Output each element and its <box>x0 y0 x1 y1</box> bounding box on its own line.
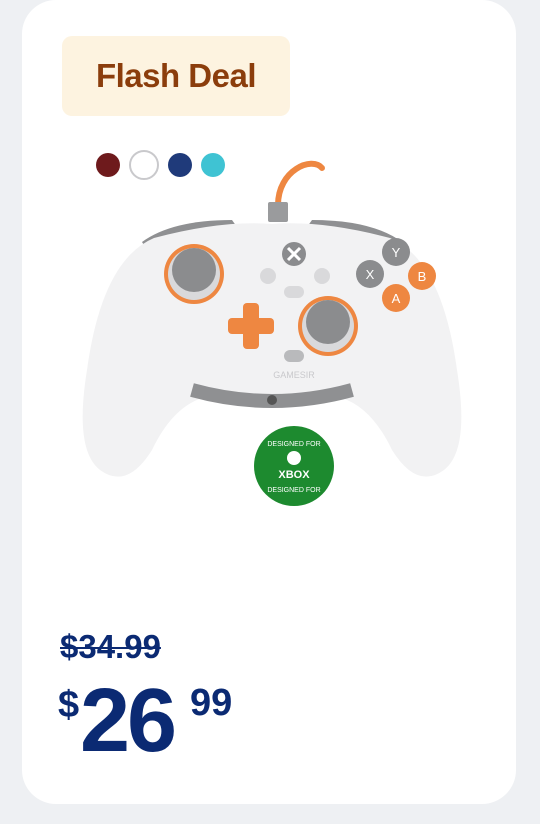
price-dollars: 26 <box>80 671 177 771</box>
button-x-label: X <box>366 267 375 282</box>
button-b-label: B <box>418 269 427 284</box>
color-swatch-navy[interactable] <box>168 153 192 177</box>
color-swatch-maroon[interactable] <box>96 153 120 177</box>
xbox-logo-badge: DESIGNED FOR XBOX DESIGNED FOR <box>254 426 334 506</box>
button-y-label: Y <box>392 245 401 260</box>
price-currency-symbol: $ <box>58 684 80 726</box>
price-cents: 99 <box>190 682 233 724</box>
svg-text:XBOX: XBOX <box>278 469 310 481</box>
product-card[interactable]: Flash Deal GAMESIR Y X B A DESIGNED FOR … <box>22 0 516 804</box>
color-swatch-white[interactable] <box>129 150 159 180</box>
brand-text: GAMESIR <box>273 370 315 380</box>
color-swatch-teal[interactable] <box>201 153 225 177</box>
flash-deal-label: Flash Deal <box>95 57 257 94</box>
color-swatches <box>96 150 225 180</box>
flash-deal-badge: Flash Deal <box>62 36 290 116</box>
button-a-label: A <box>392 291 401 306</box>
svg-text:DESIGNED FOR: DESIGNED FOR <box>267 441 320 448</box>
svg-text:DESIGNED FOR: DESIGNED FOR <box>267 487 320 494</box>
controller-image[interactable]: GAMESIR Y X B A DESIGNED FOR XBOX DESIGN… <box>72 150 472 510</box>
original-price: $34.99 <box>60 628 161 665</box>
